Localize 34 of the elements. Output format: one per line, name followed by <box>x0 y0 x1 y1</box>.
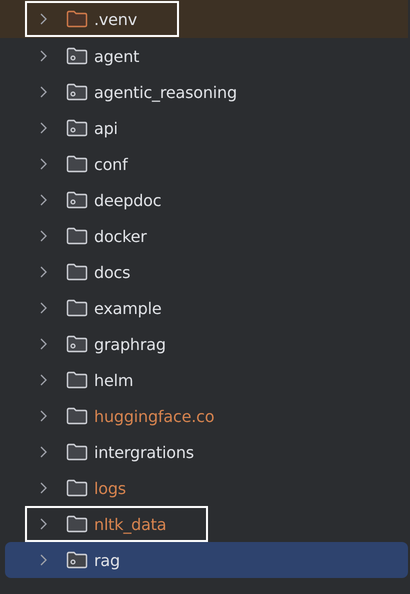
folder-name[interactable]: example <box>94 298 162 318</box>
folder-icon <box>66 227 88 245</box>
folder-icon <box>66 479 88 497</box>
folder-name[interactable]: docker <box>94 226 147 246</box>
package-folder-icon <box>66 119 88 137</box>
folder-name[interactable]: graphrag <box>94 334 166 354</box>
package-folder-icon <box>66 335 88 353</box>
folder-icon <box>66 515 88 533</box>
package-folder-icon <box>66 47 88 65</box>
tree-row[interactable]: rag <box>5 542 408 578</box>
package-folder-icon <box>66 551 88 569</box>
package-folder-icon <box>66 191 88 209</box>
folder-name[interactable]: .venv <box>94 10 138 28</box>
folder-name[interactable]: agentic_reasoning <box>94 82 237 102</box>
folder-name[interactable]: docs <box>94 262 130 282</box>
folder-name[interactable]: api <box>94 118 118 138</box>
folder-icon <box>66 263 88 281</box>
folder-name[interactable]: huggingface.co <box>94 406 214 426</box>
folder-icon <box>66 371 88 389</box>
folder-icon <box>66 10 88 28</box>
folder-name[interactable]: helm <box>94 370 134 390</box>
folder-name[interactable]: logs <box>94 478 126 498</box>
folder-name[interactable]: rag <box>94 550 120 570</box>
package-folder-icon <box>66 83 88 101</box>
folder-name[interactable]: nltk_data <box>94 514 166 534</box>
folder-name[interactable]: conf <box>94 154 128 174</box>
folder-name[interactable]: intergrations <box>94 442 194 462</box>
folder-icon <box>66 155 88 173</box>
folder-icon <box>66 407 88 425</box>
folder-name[interactable]: deepdoc <box>94 190 162 210</box>
folder-icon <box>66 443 88 461</box>
tree-row[interactable]: .venv <box>0 0 408 38</box>
folder-icon <box>66 299 88 317</box>
folder-name[interactable]: agent <box>94 46 140 66</box>
